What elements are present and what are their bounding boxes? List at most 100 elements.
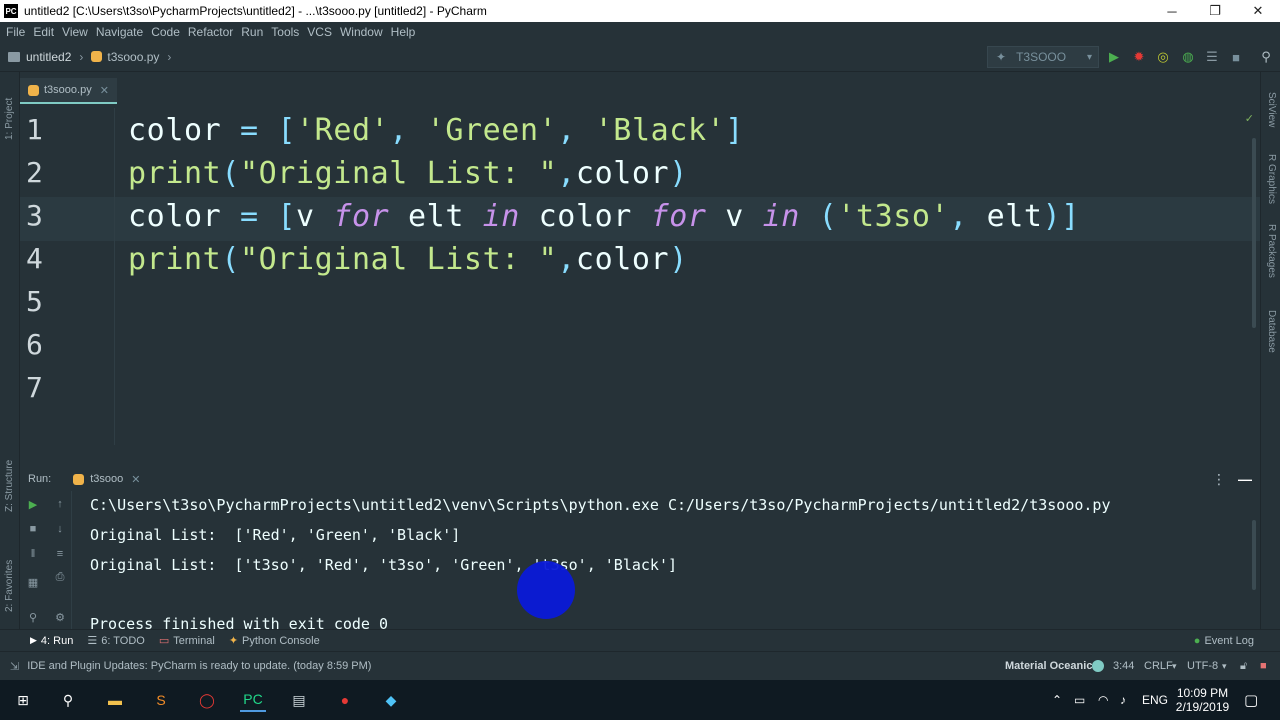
tab-terminal-label: Terminal xyxy=(173,634,215,647)
run-tab-label: t3sooo xyxy=(90,473,124,485)
sciview-tool-tab[interactable]: SciView xyxy=(1266,92,1277,127)
menu-vcs[interactable]: VCS xyxy=(307,25,332,39)
run-icon[interactable]: ▶ xyxy=(1105,48,1123,66)
soft-wrap-icon[interactable]: ≡ xyxy=(52,546,68,562)
scroll-down-icon[interactable]: ↓ xyxy=(52,521,68,537)
battery-icon[interactable]: ▭ xyxy=(1074,680,1085,720)
run-tab[interactable]: t3sooo ✕ xyxy=(73,473,141,486)
menu-refactor[interactable]: Refactor xyxy=(188,25,233,39)
volume-icon[interactable]: ♪ xyxy=(1120,680,1126,720)
tab-python-console-label: Python Console xyxy=(242,634,320,647)
run-config-select[interactable]: ✦ T3SOOO ▾ xyxy=(987,46,1099,68)
file-encoding[interactable]: UTF-8 xyxy=(1187,660,1218,672)
theme-label[interactable]: Material Oceanic xyxy=(1005,660,1092,672)
line-separator[interactable]: CRLF xyxy=(1144,660,1173,672)
search-icon[interactable]: ⚲ xyxy=(55,688,81,712)
search-icon[interactable]: ⚲ xyxy=(1257,48,1275,66)
coverage-icon[interactable]: ◎ xyxy=(1154,48,1172,66)
event-log-button[interactable]: ● Event Log xyxy=(1194,635,1254,647)
print-icon[interactable]: ⎙ xyxy=(52,569,68,585)
settings-icon[interactable]: ⚙ xyxy=(52,609,68,625)
code-editor[interactable]: 1 2 3 4 5 6 7 color = ['Red', 'Green', '… xyxy=(20,108,1260,445)
python-file-icon xyxy=(28,84,39,96)
rerun-icon[interactable]: ▶ xyxy=(25,496,41,512)
database-tool-tab[interactable]: Database xyxy=(1266,310,1277,353)
tab-label: t3sooo.py xyxy=(44,84,92,96)
breadcrumb-project[interactable]: untitled2 xyxy=(26,50,71,64)
caret-position[interactable]: 3:44 xyxy=(1113,660,1134,672)
breadcrumb-file[interactable]: t3sooo.py xyxy=(107,50,159,64)
wifi-icon[interactable]: ◠ xyxy=(1098,680,1108,720)
status-message[interactable]: IDE and Plugin Updates: PyCharm is ready… xyxy=(27,660,371,672)
line-number: 3 xyxy=(26,199,43,232)
menu-edit[interactable]: Edit xyxy=(33,25,54,39)
r-packages-tool-tab[interactable]: R Packages xyxy=(1266,224,1277,278)
tab-run[interactable]: ▶ 4: Run xyxy=(30,635,73,647)
tab-python-console[interactable]: ✦ Python Console xyxy=(228,634,320,648)
menu-window[interactable]: Window xyxy=(340,25,383,39)
tab-terminal[interactable]: ▭ Terminal xyxy=(159,634,215,648)
menu-code[interactable]: Code xyxy=(151,25,180,39)
pycharm-logo-icon: PC xyxy=(4,4,18,18)
restore-button[interactable]: ❐ xyxy=(1192,0,1238,22)
pin-icon[interactable]: ⚲ xyxy=(25,609,41,625)
scroll-up-icon[interactable]: ↑ xyxy=(52,496,68,512)
lock-icon[interactable]: 🔓︎ xyxy=(1240,660,1247,673)
recorder-icon[interactable]: ● xyxy=(332,688,358,712)
menu-tools[interactable]: Tools xyxy=(271,25,299,39)
tab-t3sooo[interactable]: t3sooo.py ✕ xyxy=(20,78,117,104)
run-console[interactable]: C:\Users\t3so\PycharmProjects\untitled2\… xyxy=(72,491,1256,629)
tab-todo[interactable]: ☰ 6: TODO xyxy=(87,634,144,648)
profile-icon[interactable]: ◍ xyxy=(1179,48,1197,66)
network-app-icon[interactable]: ▤ xyxy=(286,688,312,712)
menu-view[interactable]: View xyxy=(62,25,88,39)
hide-panel-icon[interactable]: — xyxy=(1238,471,1252,487)
stop-icon[interactable]: ■ xyxy=(1227,48,1245,66)
clock[interactable]: 10:09 PM 2/19/2019 xyxy=(1170,680,1235,720)
mouse-cursor-highlight xyxy=(517,561,575,619)
action-center-icon[interactable]: ▢ xyxy=(1244,680,1258,720)
close-tab-icon[interactable]: ✕ xyxy=(100,84,109,97)
build-icon[interactable]: ☰ xyxy=(1203,48,1221,66)
menu-file[interactable]: File xyxy=(6,25,25,39)
sublime-text-icon[interactable]: S xyxy=(148,688,174,712)
console-line: C:\Users\t3so\PycharmProjects\untitled2\… xyxy=(90,496,1111,514)
pycharm-taskbar-icon[interactable]: PC xyxy=(240,688,266,712)
more-options-icon[interactable]: ⋮ xyxy=(1212,471,1226,488)
structure-tool-tab[interactable]: Z: Structure xyxy=(4,460,15,512)
line-number: 4 xyxy=(26,242,43,275)
run-panel-header: Run: t3sooo ✕ ⋮ — xyxy=(20,467,1260,491)
code-line[interactable]: color = [v for elt in color for v in ('t… xyxy=(128,199,1080,234)
stop-run-icon[interactable]: ■ xyxy=(25,521,41,537)
language-indicator[interactable]: ENG xyxy=(1142,680,1168,720)
code-line[interactable]: color = ['Red', 'Green', 'Black'] xyxy=(128,113,744,148)
windows-start-icon[interactable]: ⊞ xyxy=(10,688,36,712)
windows-taskbar: ⊞ ⚲ ▬ S ◯ PC ▤ ● ◆ ⌃ ▭ ◠ ♪ ENG 10:09 PM … xyxy=(0,680,1280,720)
code-line[interactable]: print("Original List: ",color) xyxy=(128,242,688,277)
menu-run[interactable]: Run xyxy=(241,25,263,39)
minimize-button[interactable]: ─ xyxy=(1149,0,1195,22)
opera-icon[interactable]: ◯ xyxy=(194,688,220,712)
menu-navigate[interactable]: Navigate xyxy=(96,25,143,39)
pause-icon[interactable]: ‖ xyxy=(25,546,41,562)
python-icon: ✦ xyxy=(228,635,239,647)
show-hidden-icons-icon[interactable]: ⌃ xyxy=(1052,680,1062,720)
debug-icon[interactable]: ✹ xyxy=(1130,48,1148,66)
run-toolbar: ▶ ↑ ■ ↓ ‖ ≡ ▦ ⎙ ⚲ ⚙ xyxy=(20,491,72,629)
console-scrollbar[interactable] xyxy=(1252,520,1256,590)
project-tool-tab[interactable]: 1: Project xyxy=(4,98,15,140)
left-tool-strip: 1: Project Z: Structure 2: Favorites xyxy=(0,72,20,652)
r-graphics-tool-tab[interactable]: R Graphics xyxy=(1266,154,1277,204)
favorites-tool-tab[interactable]: 2: Favorites xyxy=(4,560,15,612)
editor-scrollbar[interactable] xyxy=(1252,138,1256,328)
file-explorer-icon[interactable]: ▬ xyxy=(102,688,128,712)
close-button[interactable]: ✕ xyxy=(1235,0,1280,22)
layout-icon[interactable]: ▦ xyxy=(25,574,41,590)
code-line[interactable]: print("Original List: ",color) xyxy=(128,156,688,191)
menu-help[interactable]: Help xyxy=(391,25,416,39)
inspection-ok-icon: ✓ xyxy=(1244,113,1254,125)
app-icon[interactable]: ◆ xyxy=(378,688,404,712)
notification-icon[interactable]: ■ xyxy=(1260,660,1267,672)
window-title: untitled2 [C:\Users\t3so\PycharmProjects… xyxy=(24,4,487,18)
close-run-tab-icon[interactable]: ✕ xyxy=(131,473,140,486)
